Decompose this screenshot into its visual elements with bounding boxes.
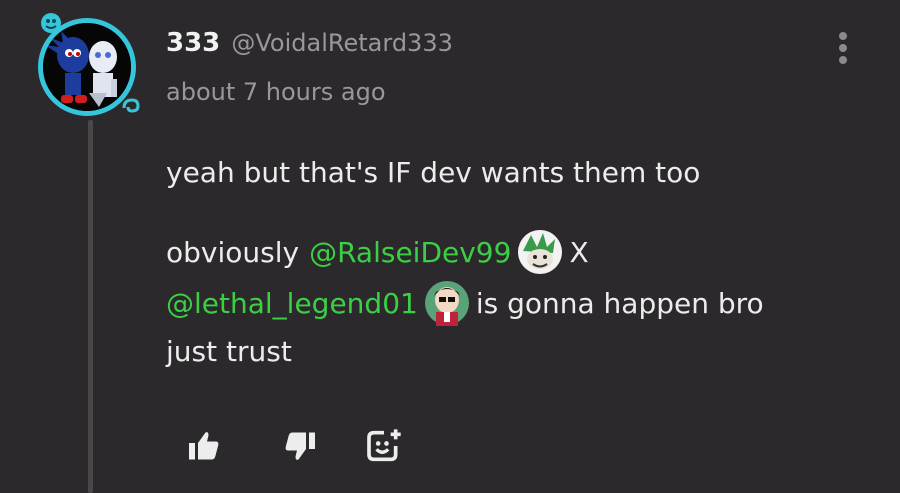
comment-header: 333 @VoidalRetard333 (166, 28, 453, 58)
thumbs-down-icon[interactable] (282, 428, 322, 468)
mention-link[interactable]: @lethal_legend01 (166, 287, 418, 320)
comment-text-line: @lethal_legend01 is gonna happen bro (166, 280, 764, 326)
avatar[interactable] (34, 12, 146, 120)
thread-line (88, 120, 93, 493)
comment-text-paragraph: yeah but that's IF dev wants them too (166, 156, 701, 189)
avatar-badge-icon (40, 12, 62, 34)
avatar-swirl-icon (120, 96, 142, 118)
comment-text-line: just trust (166, 335, 292, 368)
display-name[interactable]: 333 (166, 28, 220, 58)
mention-avatar[interactable] (517, 229, 563, 275)
comment-text: X (569, 235, 589, 269)
add-reaction-icon[interactable] (364, 426, 404, 466)
comment-text: is gonna happen bro (475, 286, 764, 320)
user-handle[interactable]: @VoidalRetard333 (231, 29, 452, 57)
timestamp: about 7 hours ago (166, 78, 386, 106)
comment-text: just trust (166, 335, 292, 368)
mention-avatar[interactable] (424, 280, 470, 326)
mention-link[interactable]: @RalseiDev99 (309, 236, 511, 269)
comment-text: obviously (166, 235, 300, 269)
thumbs-up-icon[interactable] (186, 428, 226, 468)
more-vertical-icon[interactable] (836, 32, 850, 66)
comment-text-line: obviously @RalseiDev99 X (166, 229, 589, 275)
